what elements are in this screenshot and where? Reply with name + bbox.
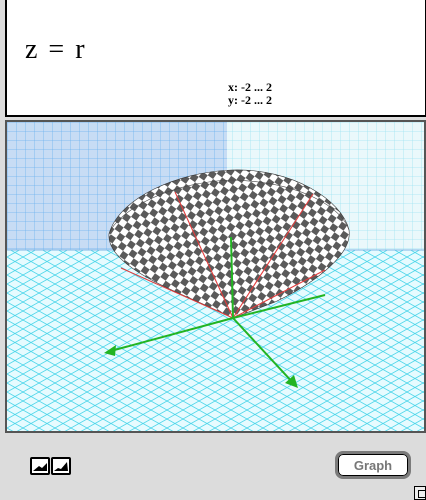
equation-panel[interactable]: z = r x: -2 ... 2 y: -2 ... 2 [5, 0, 426, 117]
resize-grip-icon[interactable] [414, 486, 426, 500]
equation-text[interactable]: z = r [25, 34, 87, 66]
surface-shape-1-button[interactable] [30, 457, 50, 475]
surface-shape-1-icon [33, 463, 47, 471]
surface-shape-2-button[interactable] [51, 457, 71, 475]
y-range-label: y: -2 ... 2 [228, 93, 272, 107]
graph-button[interactable]: Graph [335, 451, 411, 479]
graph-view[interactable] [5, 120, 426, 433]
surface-shape-2-icon [54, 462, 68, 471]
